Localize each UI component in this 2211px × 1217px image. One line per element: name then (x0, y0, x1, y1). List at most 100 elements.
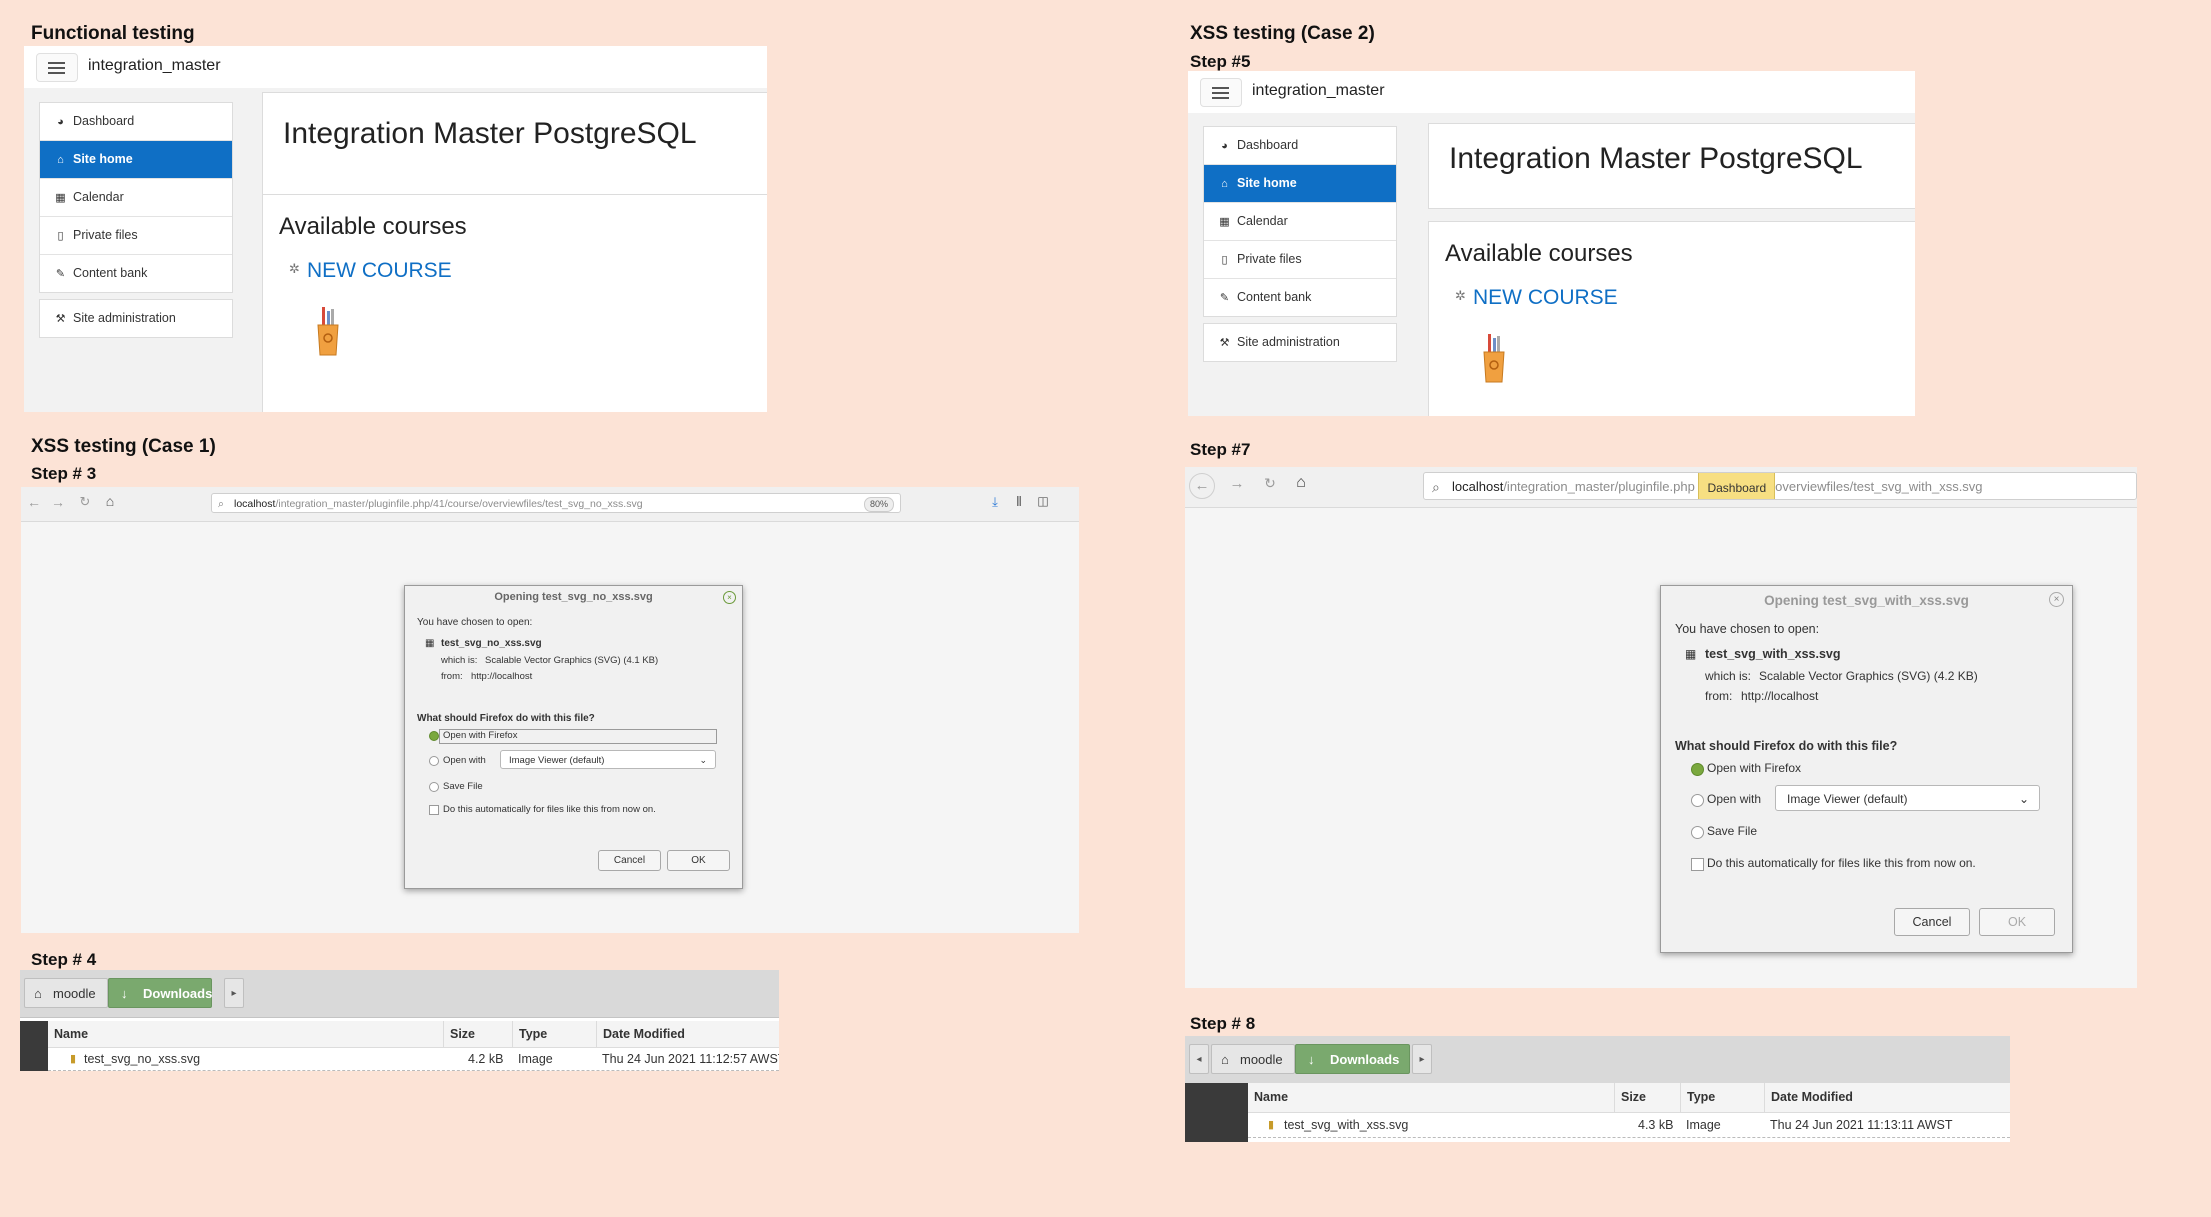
nav-item-label: Content bank (1237, 290, 1312, 304)
open-with-label[interactable]: Open with (1707, 792, 1761, 806)
file-row[interactable]: ▮ test_svg_no_xss.svg 4.2 kB Image Thu 2… (48, 1048, 779, 1071)
file-row[interactable]: ▮ test_svg_with_xss.svg 4.3 kB Image Thu… (1248, 1113, 2010, 1138)
url-bar[interactable]: ⌕ localhost/integration_master/pluginfil… (1423, 472, 2137, 500)
file-source: http://localhost (1741, 689, 1819, 703)
radio-open-with[interactable] (429, 756, 439, 766)
nav-item-private-files[interactable]: ▯ Private files (1204, 241, 1396, 279)
library-icon[interactable]: ⫴ (1011, 494, 1027, 510)
file-size: 4.2 kB (468, 1052, 504, 1066)
breadcrumb-home[interactable]: ⌂ moodle (1211, 1044, 1295, 1074)
breadcrumb-home[interactable]: ⌂ moodle (24, 978, 108, 1008)
site-name[interactable]: integration_master (1252, 82, 1385, 100)
back-icon[interactable]: ← (25, 494, 43, 510)
column-type[interactable]: Type (1680, 1083, 1764, 1112)
file-size: 4.3 kB (1638, 1118, 1674, 1132)
nav-item-site-administration[interactable]: ⚒ Site administration (1204, 324, 1396, 361)
radio-save-file[interactable] (429, 782, 439, 792)
back-icon[interactable]: ← (1189, 473, 1215, 499)
nav-item-label: Site administration (1237, 335, 1340, 349)
arrow-right-icon[interactable]: ▸ (224, 978, 244, 1008)
nav-item-dashboard[interactable]: ◕ Dashboard (1204, 127, 1396, 165)
home-icon[interactable]: ⌂ (1291, 474, 1311, 492)
arrow-left-icon[interactable]: ◂ (1189, 1044, 1209, 1074)
chosen-label: You have chosen to open: (417, 617, 533, 628)
nav-item-private-files[interactable]: ▯ Private files (40, 217, 232, 255)
course-link[interactable]: NEW COURSE (307, 259, 452, 283)
application-select[interactable]: Image Viewer (default) ⌄ (1775, 785, 2040, 811)
available-courses-card: Available courses ✲ NEW COURSE (1428, 221, 1915, 416)
save-file-label[interactable]: Save File (1707, 824, 1757, 838)
folder-home-icon: ⌂ (34, 986, 42, 1001)
reload-icon[interactable]: ↻ (76, 494, 94, 510)
auto-checkbox[interactable] (429, 805, 439, 815)
file-name: test_svg_no_xss.svg (441, 638, 542, 649)
column-name[interactable]: Name (48, 1021, 443, 1047)
nav-item-site-home[interactable]: ⌂ Site home (1204, 165, 1396, 203)
brush-icon: ✎ (1219, 292, 1230, 304)
sidebar-icon[interactable]: ◫ (1035, 494, 1051, 508)
cancel-button[interactable]: Cancel (1894, 908, 1970, 936)
section-title-xss-case2: XSS testing (Case 2) (1190, 23, 1375, 44)
download-icon[interactable]: ⤓ (987, 494, 1003, 510)
auto-checkbox-label[interactable]: Do this automatically for files like thi… (443, 804, 656, 815)
nav-item-content-bank[interactable]: ✎ Content bank (40, 255, 232, 292)
nav-item-site-home[interactable]: ⌂ Site home (40, 141, 232, 179)
image-file-icon: ▮ (1268, 1119, 1275, 1131)
column-size[interactable]: Size (443, 1021, 512, 1047)
nav-item-dashboard[interactable]: ◕ Dashboard (40, 103, 232, 141)
open-with-firefox-label[interactable]: Open with Firefox (443, 730, 517, 741)
open-with-firefox-label[interactable]: Open with Firefox (1707, 761, 1801, 775)
close-icon[interactable]: × (723, 591, 736, 604)
url-host: localhost (234, 498, 276, 510)
radio-open-with-firefox[interactable] (429, 731, 439, 741)
column-date-modified[interactable]: Date Modified (596, 1021, 779, 1047)
reload-icon[interactable]: ↻ (1260, 475, 1280, 492)
application-select[interactable]: Image Viewer (default) ⌄ (500, 750, 716, 769)
from-label: from: (441, 671, 463, 682)
column-name[interactable]: Name (1248, 1083, 1614, 1112)
radio-open-with-firefox[interactable] (1691, 763, 1704, 776)
moodle-screenshot-step5: integration_master ◕ Dashboard ⌂ Site home… (1188, 71, 1915, 416)
image-file-icon: ▮ (70, 1053, 77, 1065)
nav-item-calendar[interactable]: ▦ Calendar (1204, 203, 1396, 241)
open-with-label[interactable]: Open with (443, 755, 486, 766)
breadcrumb-home-label: moodle (53, 986, 96, 1001)
breadcrumb-downloads[interactable]: ↓ Downloads (1295, 1044, 1410, 1074)
nav-item-content-bank[interactable]: ✎ Content bank (1204, 279, 1396, 316)
site-name[interactable]: integration_master (88, 57, 221, 75)
home-icon[interactable]: ⌂ (101, 493, 119, 509)
column-size[interactable]: Size (1614, 1083, 1680, 1112)
radio-save-file[interactable] (1691, 826, 1704, 839)
nav-item-label: Content bank (73, 266, 148, 280)
column-date-modified[interactable]: Date Modified (1764, 1083, 2010, 1112)
step-title-8: Step # 8 (1190, 1014, 1256, 1033)
wrench-icon: ⚒ (1219, 337, 1230, 349)
zoom-indicator[interactable]: 80% (863, 497, 894, 512)
nav-item-label: Dashboard (1237, 138, 1299, 152)
breadcrumb-downloads[interactable]: ↓ Downloads (108, 978, 212, 1008)
download-arrow-icon: ↓ (1308, 1052, 1315, 1067)
course-link[interactable]: NEW COURSE (1473, 286, 1618, 310)
svg-file-icon: ▦ (1685, 647, 1697, 661)
close-icon[interactable]: × (2049, 592, 2064, 607)
arrow-right-icon[interactable]: ▸ (1412, 1044, 1432, 1074)
application-select-value: Image Viewer (default) (509, 755, 605, 766)
auto-checkbox[interactable] (1691, 858, 1704, 871)
column-type[interactable]: Type (512, 1021, 596, 1047)
ok-button[interactable]: OK (667, 850, 730, 871)
pencil-cup-icon (1483, 334, 1505, 383)
url-bar[interactable]: ⌕ localhost/integration_master/pluginfil… (211, 493, 901, 513)
nav-item-site-administration[interactable]: ⚒ Site administration (40, 300, 232, 337)
forward-icon[interactable]: → (49, 494, 67, 510)
page-title: Integration Master PostgreSQL (283, 117, 697, 150)
cancel-button[interactable]: Cancel (598, 850, 661, 871)
nav-item-calendar[interactable]: ▦ Calendar (40, 179, 232, 217)
hamburger-icon[interactable] (36, 53, 78, 82)
radio-open-with[interactable] (1691, 794, 1704, 807)
hamburger-icon[interactable] (1200, 78, 1242, 107)
ok-button[interactable]: OK (1979, 908, 2055, 936)
save-file-label[interactable]: Save File (443, 781, 483, 792)
auto-checkbox-label[interactable]: Do this automatically for files like thi… (1707, 856, 1976, 870)
forward-icon[interactable]: → (1227, 475, 1247, 492)
search-icon: ⌕ (218, 498, 224, 510)
